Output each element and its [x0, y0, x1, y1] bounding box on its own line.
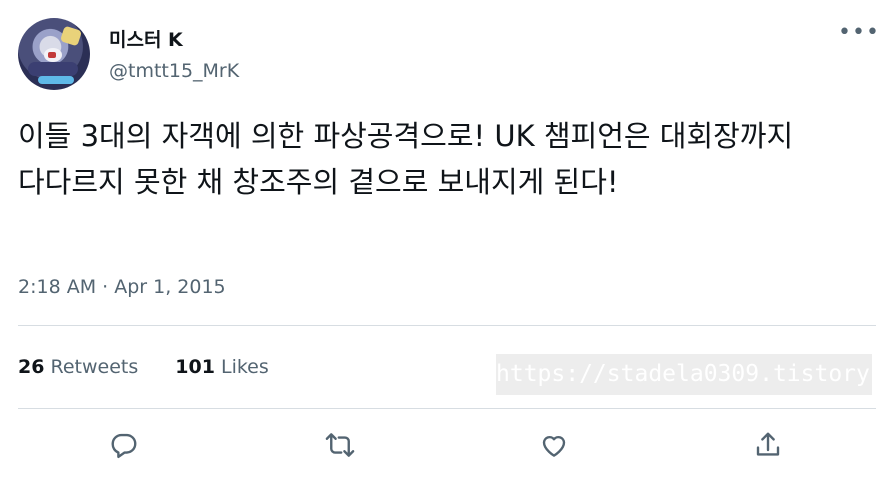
reply-button[interactable]: [104, 425, 144, 465]
user-handle[interactable]: @tmtt15_MrK: [109, 60, 239, 82]
engagement-stats: 26 Retweets 101 Likes: [18, 356, 269, 378]
tweet-text: 이들 3대의 자객에 의한 파상공격으로! UK 챔피언은 대회장까지 다다르지…: [18, 119, 803, 199]
display-name[interactable]: 미스터 K: [109, 25, 183, 52]
retweet-button[interactable]: [320, 425, 360, 465]
likes-stat[interactable]: 101 Likes: [175, 356, 269, 378]
tweet-timestamp[interactable]: 2:18 AM · Apr 1, 2015: [18, 276, 226, 298]
watermark: https://stadela0309.tistory.com: [496, 354, 872, 395]
like-button[interactable]: [534, 425, 574, 465]
retweets-count: 26: [18, 356, 45, 378]
retweet-icon: [325, 433, 355, 457]
more-options-icon[interactable]: •••: [838, 20, 879, 45]
share-icon: [756, 432, 780, 456]
action-bar: [0, 425, 894, 465]
reply-icon: [111, 433, 137, 459]
share-button[interactable]: [748, 425, 788, 465]
retweets-label: Retweets: [50, 356, 139, 378]
likes-count: 101: [175, 356, 215, 378]
likes-label: Likes: [220, 356, 269, 378]
divider: [18, 408, 876, 409]
divider: [18, 325, 876, 326]
avatar[interactable]: [18, 18, 90, 90]
retweets-stat[interactable]: 26 Retweets: [18, 356, 138, 378]
like-icon: [542, 436, 566, 457]
